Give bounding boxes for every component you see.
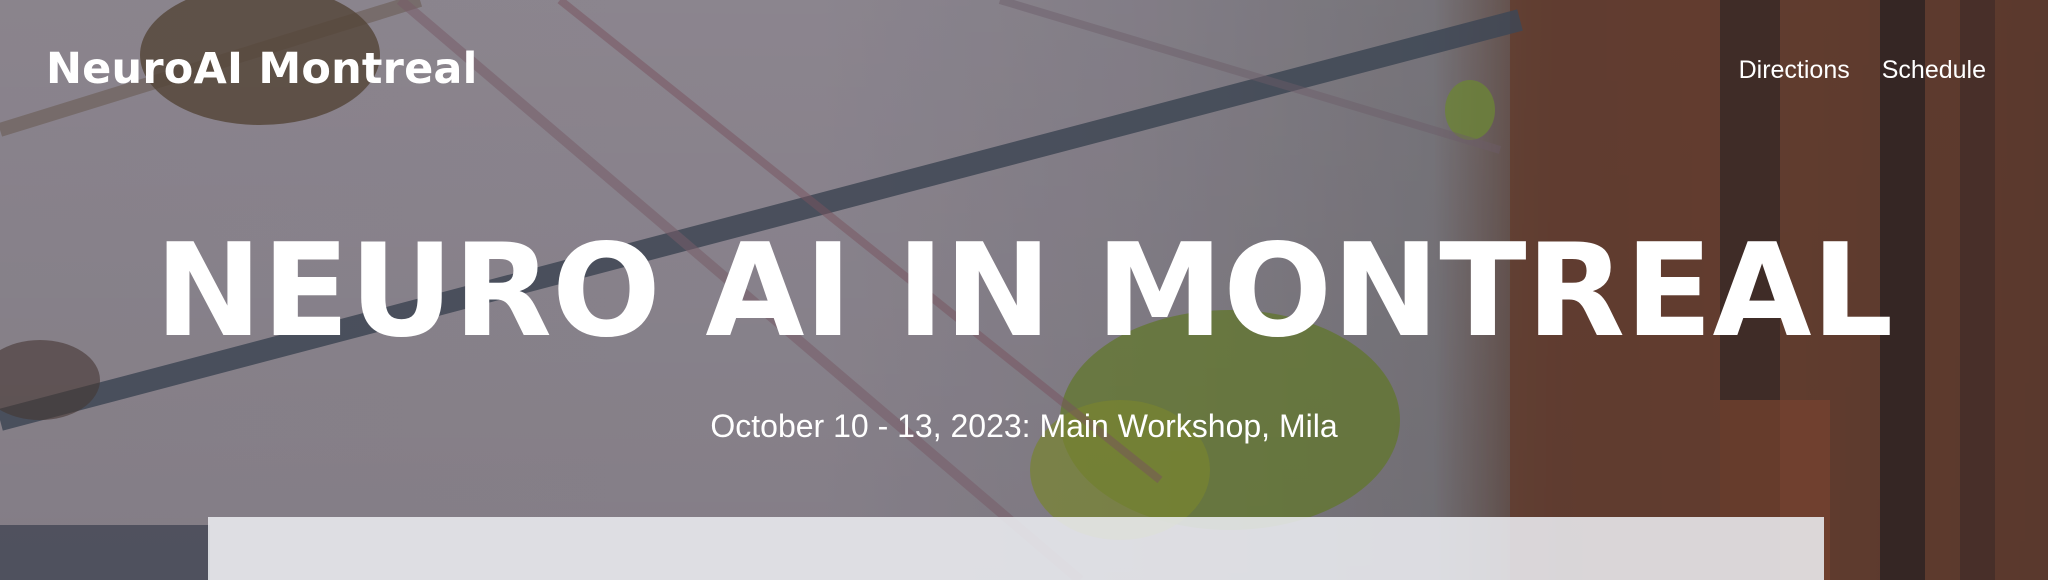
hero-subtitle: October 10 - 13, 2023: Main Workshop, Mi… (710, 408, 1338, 444)
top-nav: Directions Schedule (1739, 56, 1986, 85)
site-title[interactable]: NeuroAI Montreal (46, 44, 478, 94)
hero-headline: NEURO AI IN MONTREAL (154, 217, 1894, 366)
nav-link-schedule[interactable]: Schedule (1882, 56, 1986, 85)
nav-link-directions[interactable]: Directions (1739, 56, 1850, 85)
hero-banner: NeuroAI Montreal Directions Schedule NEU… (0, 0, 2048, 580)
content-card (208, 517, 1824, 580)
